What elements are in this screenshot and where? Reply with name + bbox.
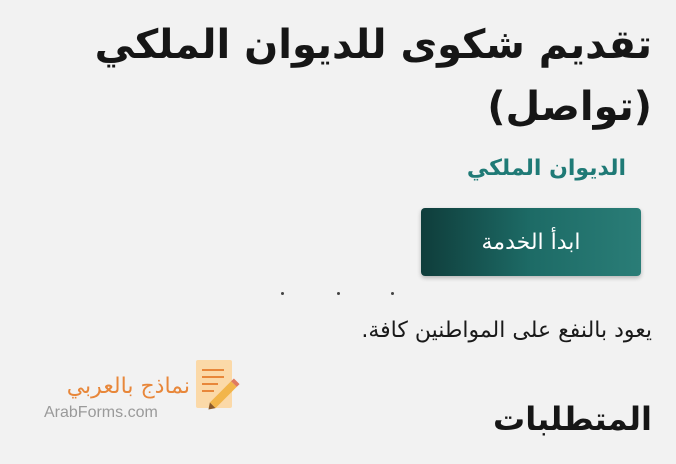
watermark-arabic-text: نماذج بالعربي	[66, 374, 190, 399]
start-service-button[interactable]: ابدأ الخدمة	[421, 208, 641, 276]
service-description: يعود بالنفع على المواطنين كافة.	[361, 318, 652, 343]
watermark-english-text: ArabForms.com	[44, 404, 158, 421]
dot	[281, 292, 284, 295]
service-title: تقديم شكوى للديوان الملكي (تواصل)	[94, 22, 652, 130]
dot	[391, 292, 394, 295]
document-pencil-icon	[196, 360, 240, 410]
service-provider-link[interactable]: الديوان الملكي	[467, 156, 626, 181]
watermark: نماذج بالعربي ArabForms.com	[30, 358, 250, 428]
truncated-text-dots	[276, 292, 396, 302]
dot	[337, 292, 340, 295]
requirements-heading: المتطلبات	[493, 400, 652, 438]
